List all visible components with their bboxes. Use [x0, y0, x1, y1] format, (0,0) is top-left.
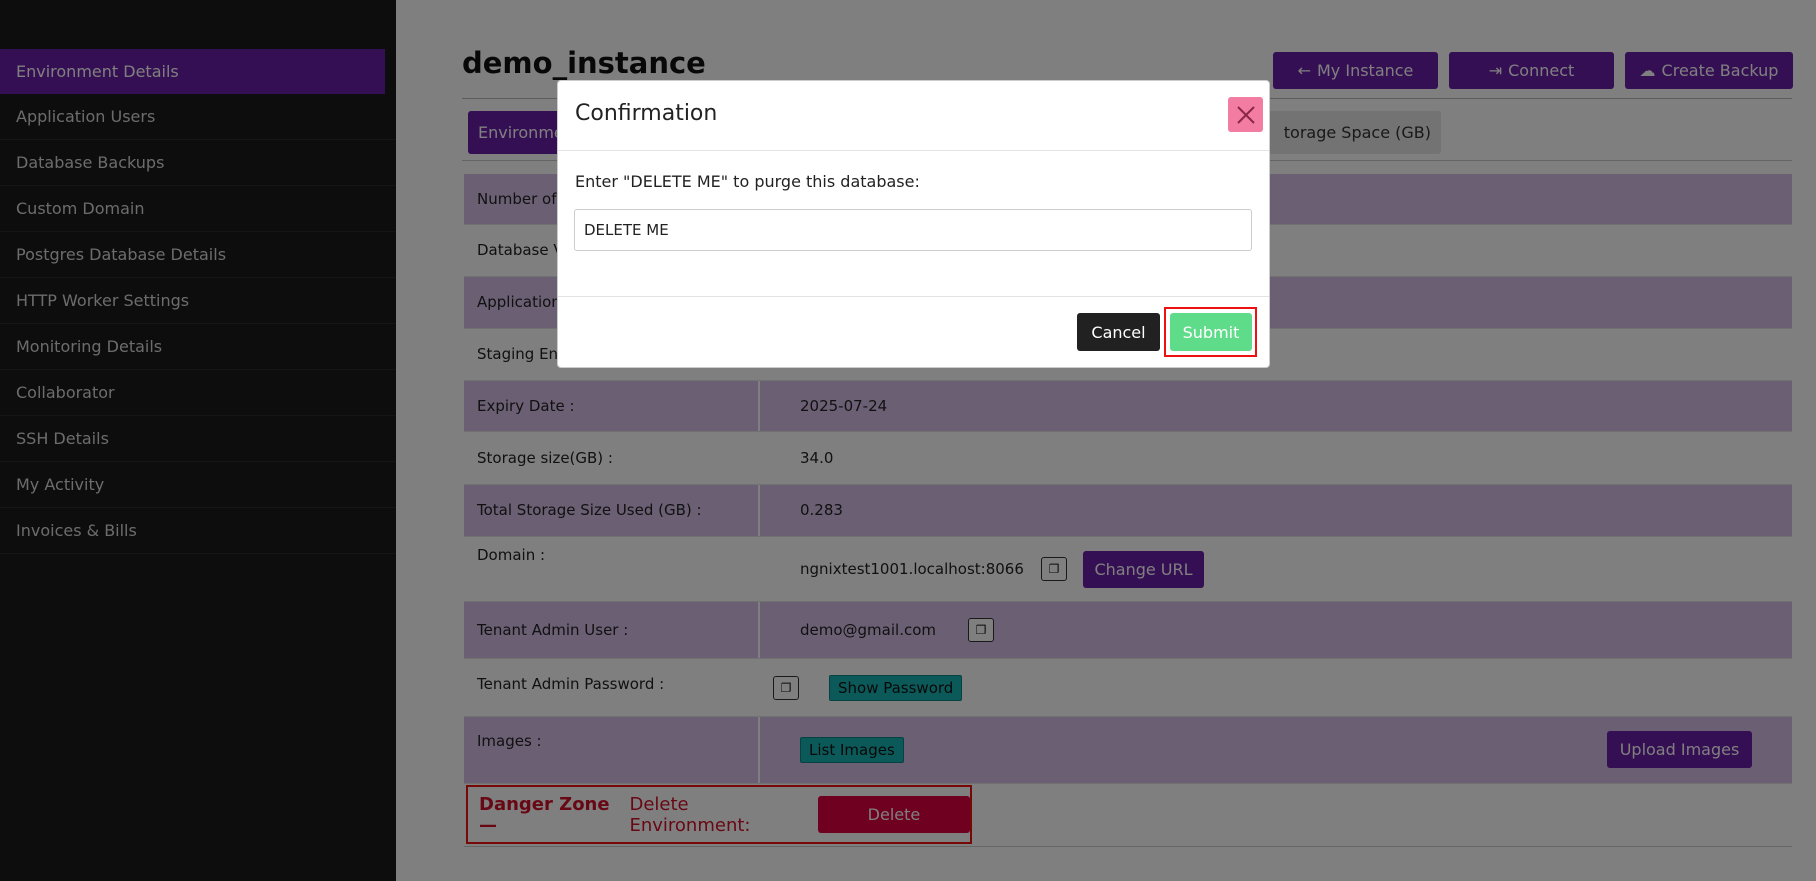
modal-body: Enter "DELETE ME" to purge this database… — [558, 151, 1269, 297]
modal-title: Confirmation — [575, 101, 718, 126]
confirmation-input[interactable] — [574, 209, 1252, 251]
modal-close-button[interactable] — [1228, 97, 1263, 132]
modal-footer: Cancel Submit — [558, 297, 1269, 369]
close-icon — [1236, 105, 1255, 124]
confirmation-modal: Confirmation Enter "DELETE ME" to purge … — [557, 80, 1270, 368]
modal-header: Confirmation — [558, 81, 1269, 151]
submit-button[interactable]: Submit — [1170, 313, 1252, 351]
modal-prompt: Enter "DELETE ME" to purge this database… — [575, 172, 920, 191]
cancel-button[interactable]: Cancel — [1077, 313, 1160, 351]
